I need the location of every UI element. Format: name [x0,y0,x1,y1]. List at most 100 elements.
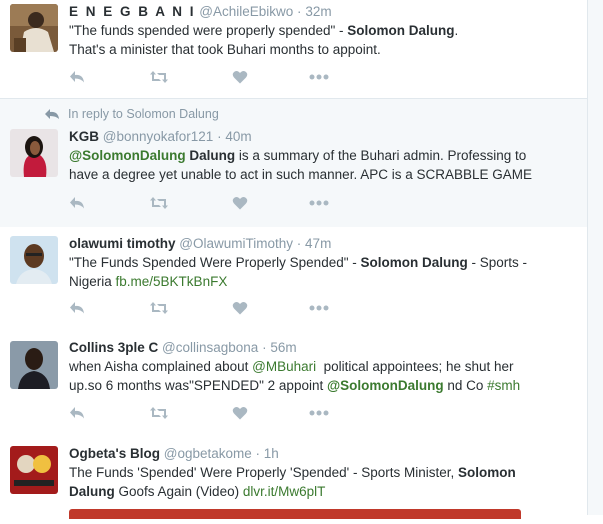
avatar[interactable] [10,446,58,494]
tweet-text-line: @SolomonDalung Dalung is a summary of th… [69,147,574,166]
mention-link[interactable]: @SolomonDalung [69,148,186,163]
more-icon[interactable] [309,404,329,422]
reply-context-icon [45,109,59,119]
tweet-text-line: "The Funds Spended Were Properly Spended… [69,254,574,273]
side-panel-edge [588,0,603,515]
media-preview[interactable] [69,509,521,519]
user-handle[interactable]: @AchileEbikwo [199,4,293,19]
tweet-text: @SolomonDalung Dalung is a summary of th… [69,147,574,184]
inline-link[interactable]: dlvr.it/Mw6plT [243,484,326,499]
heart-icon[interactable] [232,404,248,422]
display-name[interactable]: Ogbeta's Blog [69,446,160,461]
separator-dot: · [296,236,302,251]
highlighted-text: Solomon Dalung [347,23,455,38]
timestamp[interactable]: 1h [264,446,279,461]
retweet-icon[interactable] [149,299,169,317]
avatar[interactable] [10,236,58,284]
reply-icon[interactable] [69,68,85,86]
tweet-text: "The funds spended were properly spended… [69,22,574,59]
text-segment: nd Co [443,377,488,393]
display-name[interactable]: KGB [69,129,99,144]
mention-link[interactable]: @SolomonDalung [327,378,444,393]
text-segment: . [454,23,459,38]
tweet-text: "The Funds Spended Were Properly Spended… [69,254,574,291]
tweet-header: E N E G B A N I @AchileEbikwo · 32m [69,4,332,19]
timestamp[interactable]: 40m [225,129,251,144]
user-handle[interactable]: @ogbetakome [164,446,252,461]
reply-context[interactable]: In reply to Solomon Dalung [44,107,219,121]
highlighted-text: Dalung [189,148,236,163]
tweet-text-line: when Aisha complained about @MBuhari pol… [69,358,574,377]
text-segment: Goofs Again (Video) [114,483,243,499]
separator-dot: · [217,129,222,144]
retweet-icon[interactable] [149,194,169,212]
reply-icon[interactable] [69,299,85,317]
timeline: E N E G B A N I @AchileEbikwo · 32m "The… [0,0,588,524]
text-segment: "The funds spended were properly spended… [69,23,348,38]
heart-icon[interactable] [232,194,248,212]
tweet-text: The Funds 'Spended' Were Properly 'Spend… [69,464,574,501]
highlighted-text: Solomon [458,465,516,480]
tweet-header: KGB @bonnyokafor121 · 40m [69,129,252,144]
text-segment: "The Funds Spended Were Properly Spended… [69,255,361,270]
tweet-text-line: Nigeria fb.me/5BKTkBnFX [69,273,574,292]
separator-dot: · [255,446,261,461]
tweet-text: when Aisha complained about @MBuhari pol… [69,358,574,395]
reply-icon[interactable] [69,194,85,212]
text-segment: That's a minister that took Buhari month… [69,41,381,57]
user-handle[interactable]: @OlawumiTimothy [179,236,293,251]
retweet-icon[interactable] [149,404,169,422]
inline-link[interactable]: fb.me/5BKTkBnFX [116,274,228,289]
tweet-actions [69,68,349,86]
tweet-text-line: The Funds 'Spended' Were Properly 'Spend… [69,464,574,483]
more-icon[interactable] [309,194,329,212]
tweet-header: olawumi timothy @OlawumiTimothy · 47m [69,236,331,251]
inline-link[interactable]: #smh [487,378,520,393]
highlighted-text: Solomon Dalung [360,255,468,270]
text-segment: have a degree yet unable to act in such … [69,166,533,182]
text-segment: The Funds 'Spended' Were Properly 'Spend… [69,465,459,480]
highlighted-text: Dalung [69,483,115,499]
tweet-text-line: have a degree yet unable to act in such … [69,166,574,185]
tweet-header: Ogbeta's Blog @ogbetakome · 1h [69,446,279,461]
heart-icon[interactable] [232,299,248,317]
avatar[interactable] [10,4,58,52]
text-segment: political appointees; he shut her [316,359,514,374]
display-name[interactable]: E N E G B A N I [69,4,196,19]
text-segment: up.so 6 months was"SPENDED" 2 appoint [69,377,327,393]
tweet[interactable]: Collins 3ple C @collinsagbona · 56m when… [0,328,587,435]
more-icon[interactable] [309,68,329,86]
avatar[interactable] [10,341,58,389]
tweet[interactable]: In reply to Solomon Dalung KGB @bonnyoka… [0,99,587,228]
reply-context-label: In reply to Solomon Dalung [68,107,219,121]
text-segment: when Aisha complained about [69,359,253,374]
tweet-actions [69,299,349,317]
text-segment: - Sports - [467,255,528,270]
more-icon[interactable] [309,299,329,317]
user-handle[interactable]: @bonnyokafor121 [103,129,214,144]
avatar[interactable] [10,129,58,177]
display-name[interactable]: olawumi timothy [69,236,176,251]
tweet-actions [69,404,349,422]
separator-dot: · [297,4,302,19]
tweet-text-line: That's a minister that took Buhari month… [69,41,574,60]
tweet-text-line: up.so 6 months was"SPENDED" 2 appoint @S… [69,377,574,396]
text-segment: is a summary of the Buhari admin. Profes… [235,148,527,163]
timestamp[interactable]: 47m [305,236,331,251]
display-name[interactable]: Collins 3ple C [69,340,158,355]
timestamp[interactable]: 32m [305,4,331,19]
tweet[interactable]: E N E G B A N I @AchileEbikwo · 32m "The… [0,0,587,99]
tweet[interactable]: olawumi timothy @OlawumiTimothy · 47m "T… [0,227,587,329]
timestamp[interactable]: 56m [270,340,296,355]
tweet-text-line: "The funds spended were properly spended… [69,22,574,41]
user-handle[interactable]: @collinsagbona [162,340,258,355]
retweet-icon[interactable] [149,68,169,86]
tweet-text-line: Dalung Goofs Again (Video) dlvr.it/Mw6pl… [69,483,574,502]
inline-link[interactable]: @MBuhari [252,359,316,374]
reply-icon[interactable] [69,404,85,422]
text-segment: Nigeria [69,273,116,289]
heart-icon[interactable] [232,68,248,86]
separator-dot: · [262,340,267,355]
tweet-header: Collins 3ple C @collinsagbona · 56m [69,340,297,355]
tweet-actions [69,194,349,212]
